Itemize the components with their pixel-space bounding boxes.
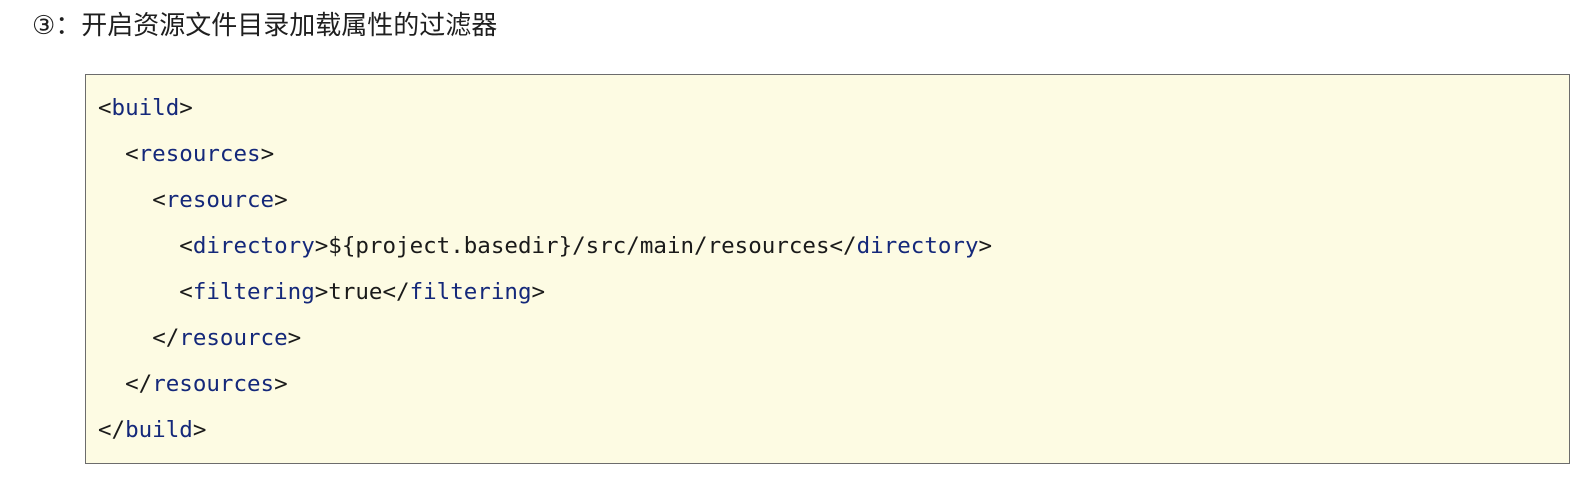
code-bracket: > (314, 233, 329, 259)
code-line: </build> (98, 407, 1557, 453)
code-bracket: < (179, 279, 193, 305)
code-bracket: > (274, 371, 288, 397)
code-bracket: > (179, 95, 193, 121)
code-bracket: </ (98, 417, 126, 443)
code-tag-name: filtering (192, 279, 315, 305)
code-line: <filtering>true</filtering> (98, 269, 1557, 315)
code-tag-name: build (125, 417, 193, 443)
code-tag-name: resource (179, 325, 288, 351)
code-tag-name: directory (192, 233, 315, 259)
code-line: </resource> (98, 315, 1557, 361)
code-text-value: true (328, 279, 383, 305)
code-tag-name: directory (856, 233, 979, 259)
code-tag-name: resources (152, 371, 275, 397)
code-bracket: > (531, 279, 546, 305)
document-page: ③：开启资源文件目录加载属性的过滤器 <build> <resources> <… (0, 0, 1591, 480)
code-text-value: ${project.basedir}/src/main/resources (328, 233, 830, 259)
code-bracket: < (152, 187, 166, 213)
code-line: <directory>${project.basedir}/src/main/r… (98, 223, 1557, 269)
code-tag-name: filtering (409, 279, 532, 305)
code-bracket: > (260, 141, 275, 167)
code-block: <build> <resources> <resource> <director… (85, 74, 1570, 464)
code-line: <resource> (98, 177, 1557, 223)
code-line: <resources> (98, 131, 1557, 177)
code-bracket: > (192, 417, 207, 443)
code-bracket: </ (829, 233, 857, 259)
section-heading: ③：开启资源文件目录加载属性的过滤器 (32, 11, 498, 41)
code-bracket: > (978, 233, 993, 259)
code-tag-name: resource (165, 187, 275, 213)
code-tag-name: build (111, 95, 180, 121)
code-line: </resources> (98, 361, 1557, 407)
code-line: <build> (98, 85, 1557, 131)
code-bracket: </ (382, 279, 410, 305)
code-bracket: > (314, 279, 329, 305)
code-bracket: </ (125, 371, 153, 397)
code-bracket: > (274, 187, 288, 213)
code-bracket: < (179, 233, 193, 259)
code-bracket: < (125, 141, 139, 167)
code-bracket: </ (152, 325, 180, 351)
code-tag-name: resources (138, 141, 261, 167)
code-bracket: < (98, 95, 112, 121)
code-bracket: > (287, 325, 302, 351)
